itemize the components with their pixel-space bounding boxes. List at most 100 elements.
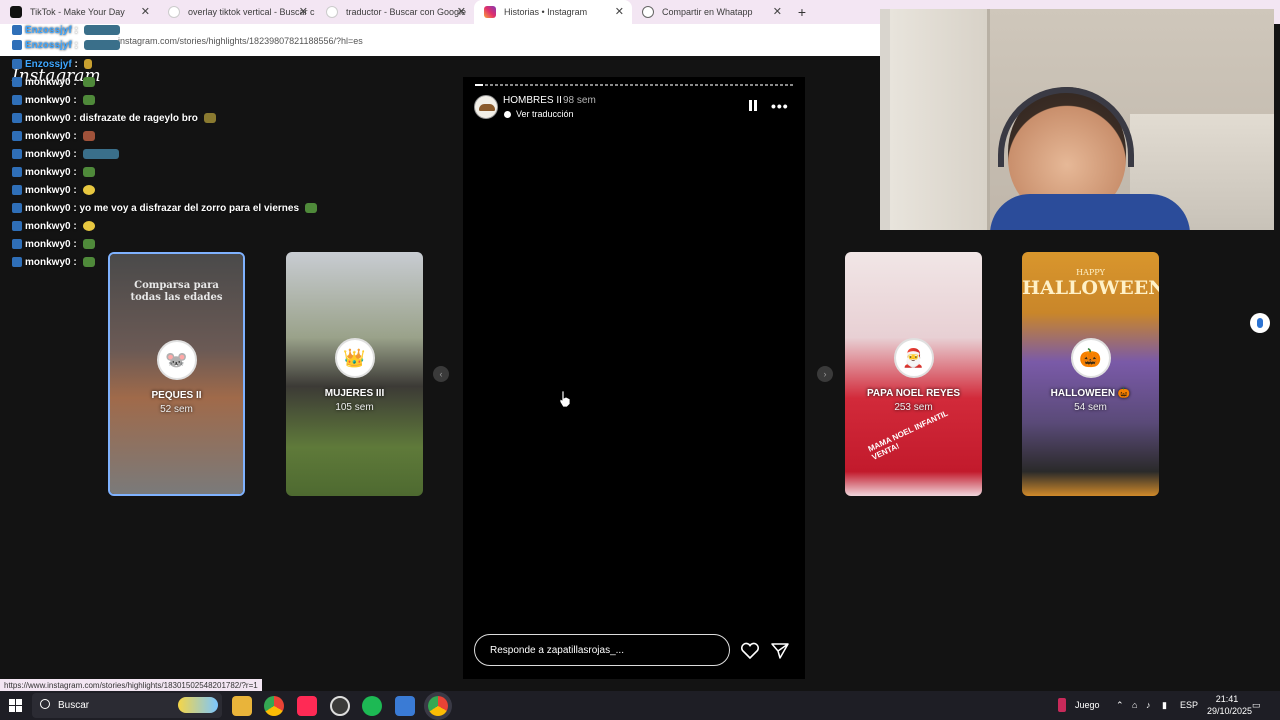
heart-icon[interactable] (740, 642, 760, 660)
highlight-card-papa-noel[interactable]: 🎅 PAPA NOEL REYES 253 sem MAMA NOEL INFA… (845, 252, 982, 496)
story-time: 98 sem (563, 95, 596, 106)
spotify-icon[interactable] (362, 696, 382, 716)
next-arrow-icon[interactable]: › (817, 366, 833, 382)
highlight-age: 52 sem (160, 404, 193, 415)
chat-text: : (73, 130, 77, 142)
tiktok-badge-icon (12, 25, 22, 35)
obs-icon[interactable] (330, 696, 350, 716)
chat-username: monkwy0 (25, 130, 71, 142)
chat-message: monkwy0 : (12, 254, 95, 270)
emote-icon (83, 40, 120, 50)
network-icon[interactable]: ⌂ (1132, 700, 1137, 710)
halloween-banner: HAPPY HALLOWEEN (1022, 268, 1159, 299)
microphone-icon[interactable] (1250, 313, 1270, 333)
tiktok-badge-icon (12, 203, 22, 213)
clock-date: 29/10/2025 (1207, 706, 1253, 716)
tiktok-badge-icon (12, 113, 22, 123)
chat-message: monkwy0 : yo me voy a disfrazar del zorr… (12, 200, 318, 216)
tab-instagram[interactable]: Historias • Instagram ✕ (474, 0, 632, 24)
chat-message: monkwy0 : (12, 164, 95, 180)
send-icon[interactable] (770, 642, 790, 660)
face-emote-icon (82, 221, 95, 231)
chat-text: : (73, 94, 77, 106)
chat-username: monkwy0 (25, 256, 71, 268)
tab-traductor[interactable]: traductor - Buscar con Google ✕ (316, 0, 474, 24)
sparkle-icon (178, 697, 218, 713)
volume-icon[interactable]: ♪ (1146, 700, 1151, 710)
google-icon (326, 6, 338, 18)
close-icon[interactable]: ✕ (773, 5, 782, 18)
notifications-icon[interactable]: ▭ (1252, 700, 1261, 711)
highlight-card-halloween[interactable]: HAPPY HALLOWEEN 🎃 HALLOWEEN 🎃 54 sem (1022, 252, 1159, 496)
emote-icon (82, 149, 119, 159)
chat-message: Enzossjyf : (12, 56, 92, 72)
previous-arrow-icon[interactable]: ‹ (433, 366, 449, 382)
highlight-name: MUJERES III (324, 388, 385, 399)
chat-text: : (73, 238, 77, 250)
tab-whatsapp[interactable]: Compartir en Whatapp ✕ (632, 0, 790, 24)
tiktok-icon (10, 6, 22, 18)
chrome-icon[interactable] (264, 696, 284, 716)
file-explorer-icon[interactable] (232, 696, 252, 716)
pause-icon[interactable] (748, 100, 758, 112)
language-indicator[interactable]: ESP (1180, 700, 1198, 710)
instagram-icon (484, 6, 496, 18)
frog-emote-icon (82, 77, 95, 87)
emote-icon (203, 113, 216, 123)
chat-text: : (73, 220, 77, 232)
highlight-age: 105 sem (335, 402, 374, 413)
close-icon[interactable]: ✕ (141, 5, 150, 18)
globe-icon (642, 6, 654, 18)
translate-label: Ver traducción (516, 109, 574, 119)
tab-tiktok[interactable]: TikTok - Make Your Day ✕ (0, 0, 158, 24)
chat-username: monkwy0 (25, 76, 71, 88)
chat-message: monkwy0 : (12, 218, 95, 234)
story-viewer[interactable] (463, 77, 805, 679)
highlight-name: PEQUES II (151, 390, 202, 401)
translate-link[interactable]: Ver traducción (504, 109, 574, 119)
chevron-up-icon[interactable]: ⌃ (1116, 700, 1124, 711)
story-avatar[interactable] (474, 95, 498, 119)
tab-label: Compartir en Whatapp (662, 7, 753, 17)
address-bar[interactable]: instagram.com/stories/highlights/1823980… (0, 24, 880, 56)
windows-start-icon[interactable] (9, 699, 22, 712)
clock-time: 21:41 (1215, 694, 1239, 704)
microphone-tray-icon[interactable]: ▮ (1162, 700, 1167, 711)
new-tab-button[interactable]: + (790, 0, 814, 24)
highlight-card-mujeres[interactable]: 👑 MUJERES III 105 sem (286, 252, 423, 496)
story-progress-bar (475, 84, 793, 86)
url-text[interactable]: instagram.com/stories/highlights/1823980… (118, 36, 363, 46)
chat-message: monkwy0 : (12, 128, 95, 144)
close-icon[interactable]: ✕ (615, 5, 624, 18)
story-title[interactable]: HOMBRES II (503, 95, 562, 106)
highlight-name: HALLOWEEN 🎃 (1050, 388, 1131, 399)
highlight-card-peques[interactable]: Comparsa para todas las edades 🐭 PEQUES … (108, 252, 245, 496)
santa-icon: 🎅 (893, 338, 934, 378)
game-label[interactable]: Juego (1075, 700, 1100, 710)
emote-icon (82, 131, 95, 141)
mouse-ears-icon: 🐭 (156, 340, 197, 380)
pumpkin-icon: 🎃 (1070, 338, 1111, 378)
chat-username: monkwy0 (25, 166, 71, 178)
chat-text: : disfrazate de rageylo bro (73, 112, 198, 124)
more-options-icon[interactable]: ••• (771, 98, 789, 114)
tab-overlay-search[interactable]: overlay tiktok vertical - Buscar c ✕ (158, 0, 316, 24)
tiktok-app-icon[interactable] (297, 696, 317, 716)
chat-username: monkwy0 (25, 202, 71, 214)
frog-emote-icon (82, 95, 95, 105)
reply-input[interactable]: Responde a zapatillasrojas_... (474, 634, 730, 666)
chat-username: Enzossjyf (25, 24, 72, 36)
chat-username: monkwy0 (25, 238, 71, 250)
chat-username: monkwy0 (25, 112, 71, 124)
close-icon[interactable]: ✕ (457, 5, 466, 18)
chat-message: Enzossjyf : (12, 37, 120, 53)
close-icon[interactable]: ✕ (299, 5, 308, 18)
emote-icon (83, 59, 92, 69)
chrome-active-icon[interactable] (428, 696, 448, 716)
window-app-icon[interactable] (395, 696, 415, 716)
highlight-name: PAPA NOEL REYES (867, 388, 960, 399)
clock[interactable]: 21:41 29/10/2025 (1207, 693, 1253, 717)
highlight-age: 54 sem (1074, 402, 1107, 413)
chat-text: : (74, 58, 78, 70)
search-icon (40, 699, 50, 709)
